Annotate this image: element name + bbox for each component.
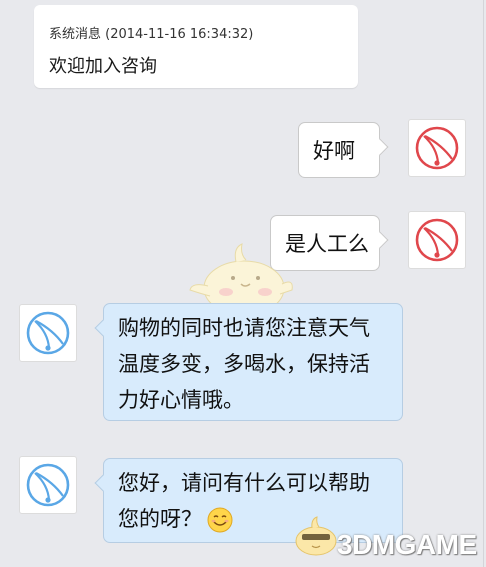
message-text-line: 购物的同时也请您注意天气 (118, 316, 370, 340)
blue-bell-icon (26, 463, 70, 507)
user-avatar[interactable] (408, 119, 466, 177)
outgoing-message-bubble[interactable]: 好啊 (298, 122, 389, 178)
system-message-card: 系统消息 (2014-11-16 16:34:32) 欢迎加入咨询 (34, 5, 358, 88)
watermark-text: 3DMGAME (337, 529, 477, 560)
blue-bell-icon (26, 311, 70, 355)
message-text-line: 力好心情哦。 (118, 388, 244, 412)
agent-avatar[interactable] (19, 456, 77, 514)
system-message-body: 欢迎加入咨询 (49, 56, 157, 77)
right-edge-line (483, 0, 484, 567)
message-text: 您的呀？ (118, 507, 202, 531)
message-text: 是人工么 (285, 232, 369, 256)
bubble-tail (94, 474, 112, 492)
bubble-tail (94, 319, 112, 337)
message-text-line: 您好，请问有什么可以帮助 (118, 471, 370, 495)
smile-emoji-icon (207, 507, 233, 533)
red-bell-icon (415, 218, 459, 262)
user-avatar[interactable] (408, 211, 466, 269)
system-message-header: 系统消息 (2014-11-16 16:34:32) (49, 27, 254, 42)
agent-avatar[interactable] (19, 304, 77, 362)
message-text-line: 温度多变，多喝水，保持活 (118, 352, 370, 376)
red-bell-icon (415, 126, 459, 170)
message-text: 好啊 (313, 139, 355, 163)
incoming-message-bubble[interactable]: 购物的同时也请您注意天气 温度多变，多喝水，保持活 力好心情哦。 (94, 303, 403, 421)
watermark-mascot (295, 516, 337, 556)
